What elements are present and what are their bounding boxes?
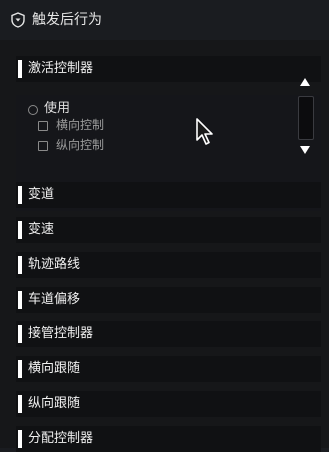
section-label: 轨迹路线: [28, 257, 81, 272]
triangle-up-icon[interactable]: [300, 78, 310, 86]
section-marker: [18, 395, 22, 413]
section-label: 横向跟随: [28, 361, 81, 376]
scrollbar[interactable]: [297, 40, 315, 156]
section-label: 激活控制器: [28, 61, 94, 76]
section-marker: [18, 221, 22, 239]
scroll-track[interactable]: [298, 96, 314, 140]
section-override-controller[interactable]: 接管控制器: [16, 321, 321, 347]
section-marker: [18, 291, 22, 309]
section-marker: [18, 256, 22, 274]
section-label: 变道: [28, 187, 55, 202]
shield-down-icon: [11, 12, 25, 28]
lateral-control-checkbox[interactable]: [38, 121, 48, 131]
section-assign-controller[interactable]: 分配控制器: [16, 426, 321, 452]
use-label: 使用: [44, 101, 71, 116]
behavior-list: 激活控制器 使用 横向控制 纵向控制 变道 变速 轨迹路线 车道偏移 接管控制器: [0, 40, 329, 452]
section-lateral-follow[interactable]: 横向跟随: [16, 356, 321, 382]
section-activate-controller[interactable]: 激活控制器: [16, 56, 321, 82]
section-marker: [18, 360, 22, 378]
section-lane-change[interactable]: 变道: [16, 182, 321, 208]
section-lane-offset[interactable]: 车道偏移: [16, 287, 321, 313]
section-marker: [18, 186, 22, 204]
section-marker: [18, 60, 22, 78]
longitudinal-control-label: 纵向控制: [56, 138, 105, 152]
section-longitudinal-follow[interactable]: 纵向跟随: [16, 391, 321, 417]
mouse-cursor-icon: [196, 118, 213, 145]
use-radio[interactable]: [28, 105, 38, 115]
section-marker: [18, 430, 22, 448]
section-label: 纵向跟随: [28, 396, 81, 411]
section-label: 分配控制器: [28, 431, 94, 446]
section-marker: [18, 325, 22, 343]
section-label: 车道偏移: [28, 292, 81, 307]
panel-header: 触发后行为: [0, 0, 329, 40]
section-trajectory[interactable]: 轨迹路线: [16, 252, 321, 278]
triangle-down-icon[interactable]: [300, 146, 310, 154]
section-label: 接管控制器: [28, 326, 94, 341]
panel-title: 触发后行为: [32, 12, 102, 28]
longitudinal-control-checkbox[interactable]: [38, 141, 48, 151]
section-label: 变速: [28, 222, 55, 237]
section-speed-change[interactable]: 变速: [16, 217, 321, 243]
lateral-control-label: 横向控制: [56, 118, 105, 132]
